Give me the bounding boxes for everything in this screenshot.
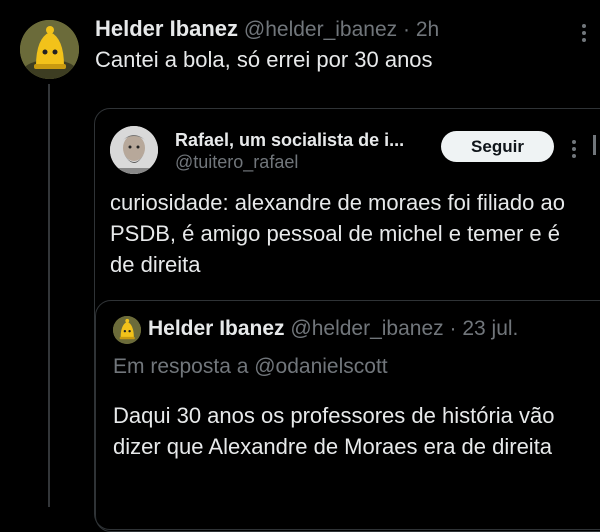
bell-avatar-icon	[113, 316, 141, 344]
author-name[interactable]: Helder Ibanez	[95, 16, 238, 41]
nested-timestamp[interactable]: 23 jul.	[462, 317, 518, 340]
author-avatar[interactable]	[20, 20, 79, 79]
quoted-author-name[interactable]: Rafael, um socialista de i...	[175, 130, 404, 151]
bearded-man-avatar-icon	[110, 126, 158, 174]
separator: ·	[449, 317, 457, 340]
nested-tweet-text: Daqui 30 anos os professores de história…	[113, 403, 555, 459]
thread-line	[48, 84, 50, 507]
more-options-icon[interactable]	[578, 22, 590, 44]
quoted-tweet-text: curiosidade: alexandre de moraes foi fil…	[110, 190, 565, 277]
timestamp[interactable]: 2h	[416, 18, 439, 41]
separator: ·	[403, 18, 410, 41]
quoted-author-handle[interactable]: @tuitero_rafael	[175, 152, 298, 173]
tweet-text: Cantei a bola, só errei por 30 anos	[95, 47, 433, 72]
nested-author-avatar[interactable]	[113, 316, 141, 344]
author-handle[interactable]: @helder_ibanez	[244, 18, 397, 41]
scrollbar[interactable]	[593, 135, 596, 155]
tweet-header: Helder Ibanez @helder_ibanez · 2h	[95, 16, 439, 42]
follow-button[interactable]: Seguir	[441, 131, 554, 162]
nested-author-handle[interactable]: @helder_ibanez	[290, 317, 443, 340]
bell-avatar-icon	[20, 20, 79, 79]
nested-tweet-header: Helder Ibanez @helder_ibanez · 23 jul.	[148, 317, 518, 341]
reply-to-label[interactable]: Em resposta a @odanielscott	[113, 355, 388, 379]
quoted-author-avatar[interactable]	[110, 126, 158, 174]
more-options-icon[interactable]	[568, 138, 580, 160]
nested-author-name[interactable]: Helder Ibanez	[148, 317, 285, 340]
